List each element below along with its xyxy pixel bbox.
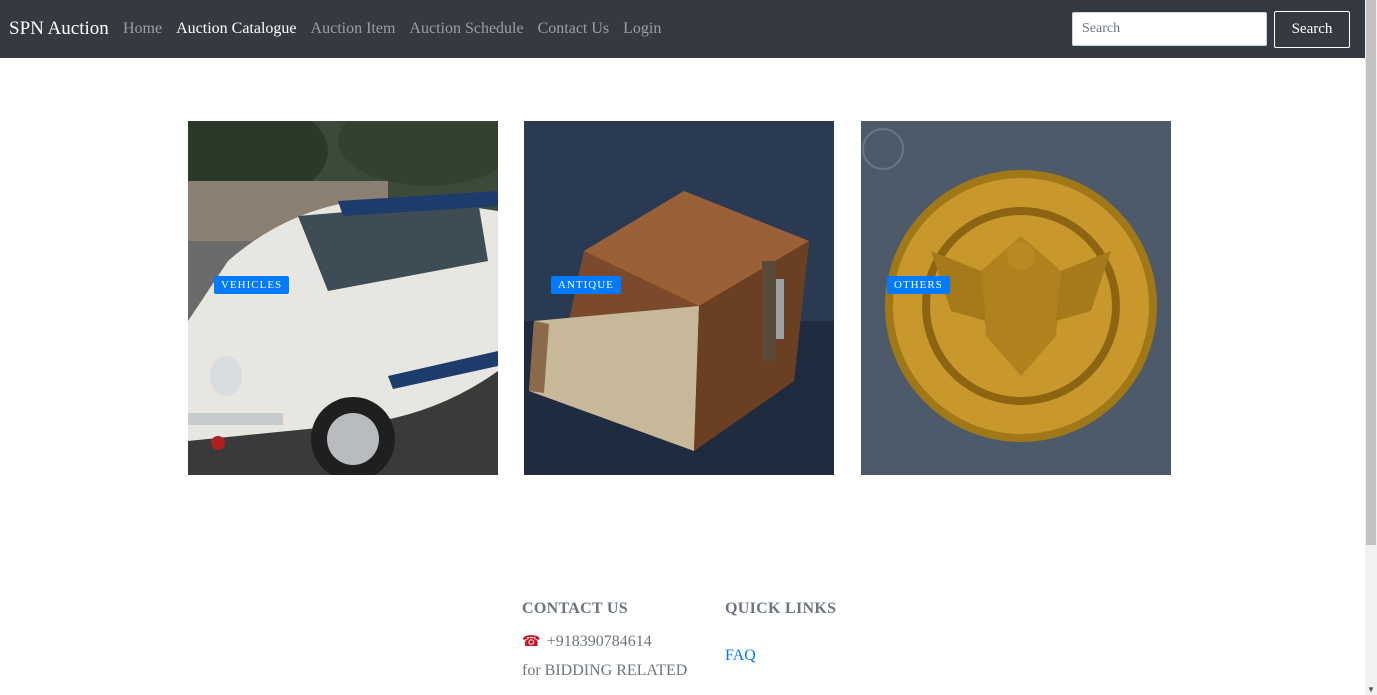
scrollbar-thumb[interactable] <box>1366 0 1376 545</box>
nav-link-login[interactable]: Login <box>616 19 668 39</box>
antique-book-image <box>524 121 834 475</box>
contact-note: for BIDDING RELATED <box>522 662 688 679</box>
nav-links: Home Auction Catalogue Auction Item Auct… <box>116 19 668 39</box>
category-card-antique[interactable]: ANTIQUE <box>524 121 834 475</box>
nav-link-contact-us[interactable]: Contact Us <box>531 19 617 39</box>
nav-link-auction-item[interactable]: Auction Item <box>304 19 403 39</box>
phone-number: +918390784614 <box>546 633 652 650</box>
vehicle-image <box>188 121 498 475</box>
page: SPN Auction Home Auction Catalogue Aucti… <box>0 0 1365 695</box>
category-card-others[interactable]: OTHERS <box>861 121 1171 475</box>
gold-coin-image <box>861 121 1171 475</box>
quick-links-heading: QUICK LINKS <box>725 600 837 617</box>
search-input[interactable] <box>1072 12 1267 46</box>
category-badge-vehicles[interactable]: VEHICLES <box>214 276 290 294</box>
contact-us-heading: CONTACT US <box>522 600 628 617</box>
category-badge-others[interactable]: OTHERS <box>887 276 950 294</box>
category-badge-antique[interactable]: ANTIQUE <box>551 276 621 294</box>
scroll-down-icon[interactable]: ▼ <box>1367 686 1375 694</box>
contact-phone: ☎ +918390784614 <box>522 632 652 651</box>
search-button[interactable]: Search <box>1274 11 1350 48</box>
brand-link[interactable]: SPN Auction <box>9 18 109 40</box>
category-card-vehicles[interactable]: VEHICLES <box>188 121 498 475</box>
nav-link-auction-schedule[interactable]: Auction Schedule <box>402 19 530 39</box>
telephone-icon: ☎ <box>522 634 541 650</box>
nav-link-auction-catalogue[interactable]: Auction Catalogue <box>169 19 303 39</box>
faq-link[interactable]: FAQ <box>725 647 756 665</box>
navbar: SPN Auction Home Auction Catalogue Aucti… <box>0 0 1365 58</box>
nav-link-home[interactable]: Home <box>116 19 169 39</box>
